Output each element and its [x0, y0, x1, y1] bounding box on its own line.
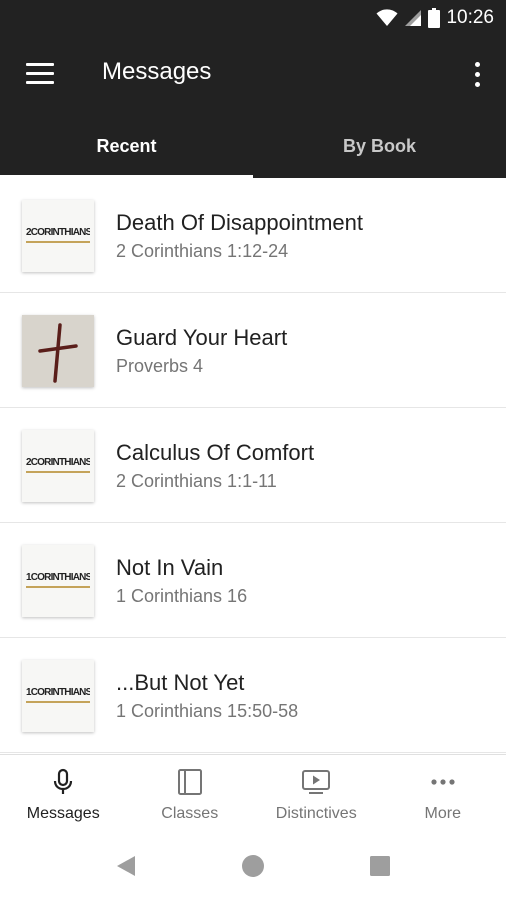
message-title: Calculus Of Comfort [116, 440, 315, 465]
tab-bar: Recent By Book [0, 114, 506, 178]
video-play-icon [302, 770, 331, 794]
nav-item-more[interactable]: More [380, 755, 506, 832]
microphone-icon [54, 768, 73, 794]
more-horizontal-icon [431, 779, 455, 785]
message-row[interactable]: Guard Your Heart Proverbs 4 [0, 293, 506, 408]
recents-icon[interactable] [368, 854, 392, 878]
nav-label: Distinctives [275, 805, 357, 822]
message-reference: 2 Corinthians 1:1-11 [116, 471, 277, 491]
message-reference: 2 Corinthians 1:12-24 [116, 241, 289, 261]
series-thumbnail: 1CORINTHIANS [22, 545, 94, 617]
series-thumbnail: 1CORINTHIANS [22, 660, 94, 732]
message-title: Not In Vain [116, 555, 224, 580]
wifi-icon [376, 9, 398, 26]
tab-recent[interactable]: Recent [0, 114, 253, 178]
thumbnail-series-text: 1CORINTHIANS [26, 572, 90, 588]
message-list: 2CORINTHIANS Death Of Disappointment 2 C… [0, 178, 506, 754]
more-vertical-icon[interactable] [472, 62, 482, 88]
nav-label: Messages [26, 805, 100, 822]
hamburger-menu-icon[interactable] [26, 63, 54, 85]
message-row[interactable]: 2CORINTHIANS Death Of Disappointment 2 C… [0, 178, 506, 293]
nav-item-distinctives[interactable]: Distinctives [253, 755, 380, 832]
status-bar: 10:26 [0, 0, 506, 36]
status-time: 10:26 [446, 7, 494, 28]
nav-label: More [424, 805, 461, 822]
message-row[interactable]: 2CORINTHIANS Calculus Of Comfort 2 Corin… [0, 408, 506, 523]
status-icons: 10:26 [376, 6, 494, 30]
message-row[interactable]: 1CORINTHIANS ...But Not Yet 1 Corinthian… [0, 638, 506, 753]
battery-icon [428, 8, 441, 28]
series-thumbnail: 2CORINTHIANS [22, 430, 94, 502]
series-thumbnail [22, 315, 94, 387]
message-title: Guard Your Heart [116, 325, 288, 350]
tab-recent-label: Recent [96, 135, 157, 156]
tab-by-book-label: By Book [342, 135, 416, 156]
bottom-navigation: Messages Classes Distinctives More [0, 754, 506, 832]
nav-item-messages[interactable]: Messages [0, 755, 127, 832]
book-icon [177, 769, 202, 795]
message-title: Death Of Disappointment [116, 210, 364, 235]
home-icon[interactable] [241, 854, 265, 878]
message-row[interactable]: 1CORINTHIANS Not In Vain 1 Corinthians 1… [0, 523, 506, 638]
message-title: ...But Not Yet [116, 670, 245, 695]
signal-icon [405, 10, 422, 26]
message-reference: Proverbs 4 [116, 356, 204, 376]
system-navigation-bar [0, 832, 506, 900]
thumbnail-series-text: 2CORINTHIANS [26, 457, 90, 473]
thumbnail-series-text: 2CORINTHIANS [26, 227, 90, 243]
message-reference: 1 Corinthians 16 [116, 586, 248, 606]
app-bar: Messages [0, 36, 506, 114]
page-title: Messages [102, 58, 212, 85]
series-thumbnail: 2CORINTHIANS [22, 200, 94, 272]
app-screen: 10:26 Messages Recent By Book 2CORINTHIA… [0, 0, 506, 900]
nav-item-classes[interactable]: Classes [127, 755, 254, 832]
tab-by-book[interactable]: By Book [253, 114, 506, 178]
nav-label: Classes [161, 805, 219, 822]
back-icon[interactable] [114, 854, 138, 878]
cross-image-icon [22, 315, 94, 387]
thumbnail-series-text: 1CORINTHIANS [26, 687, 90, 703]
message-reference: 1 Corinthians 15:50-58 [116, 701, 299, 721]
